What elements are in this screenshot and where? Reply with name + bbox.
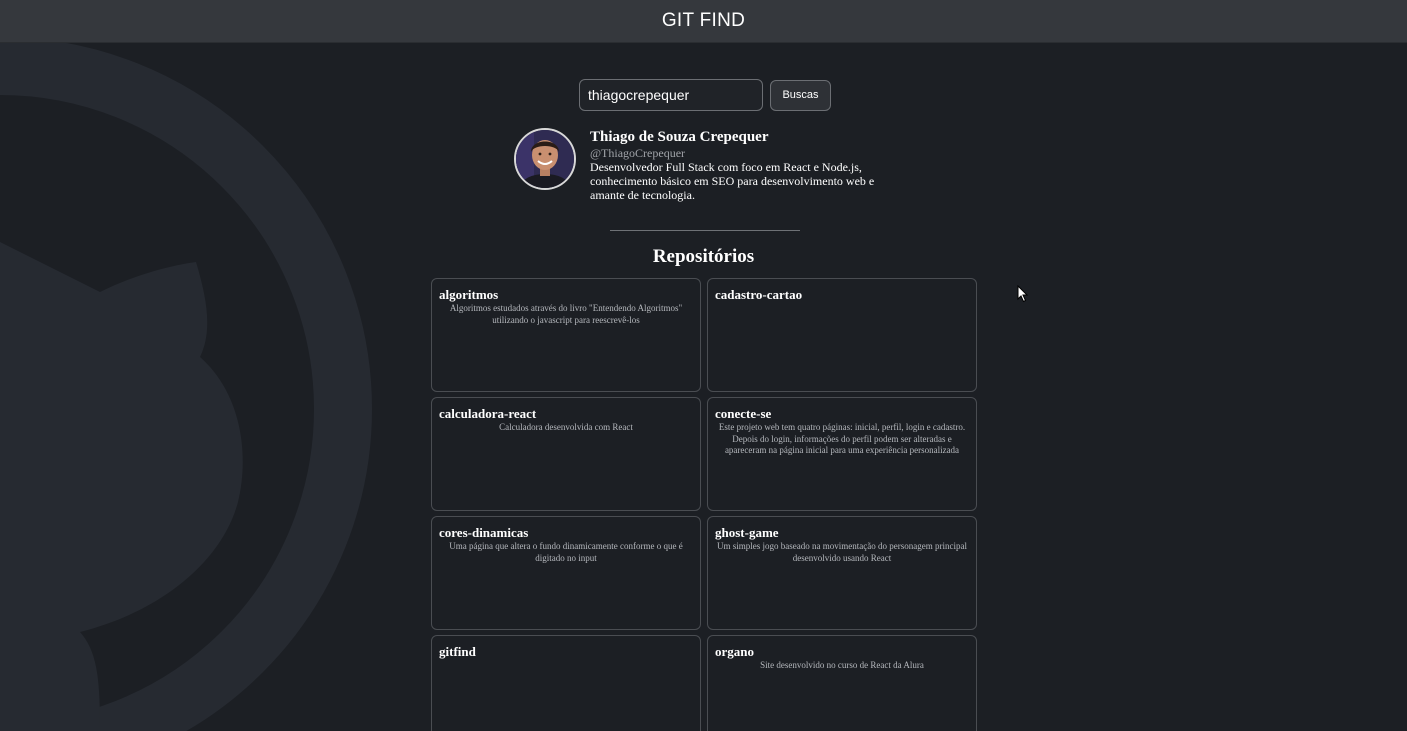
search-button[interactable]: Buscas: [770, 79, 831, 111]
app-header: GIT FIND: [0, 0, 1407, 43]
repository-name: conecte-se: [715, 406, 772, 421]
repository-name: organo: [715, 644, 754, 659]
avatar-photo-icon: [516, 130, 574, 188]
repository-description: Uma página que altera o fundo dinamicame…: [449, 541, 683, 563]
profile-bio: Desenvolvedor Full Stack com foco em Rea…: [590, 160, 875, 202]
profile-login: @ThiagoCrepequer: [590, 146, 686, 160]
repository-name: ghost-game: [715, 525, 779, 540]
repository-description: Algoritmos estudados através do livro "E…: [449, 303, 683, 325]
repository-description: Este projeto web tem quatro páginas: ini…: [718, 422, 966, 455]
repository-description: Calculadora desenvolvida com React: [499, 422, 633, 432]
section-divider: [610, 230, 800, 231]
repository-name: calculadora-react: [439, 406, 537, 421]
repository-card[interactable]: algoritmos Algoritmos estudados através …: [431, 278, 701, 392]
repository-card[interactable]: conecte-se Este projeto web tem quatro p…: [707, 397, 977, 511]
repository-name: cores-dinamicas: [439, 525, 529, 540]
repository-list: algoritmos Algoritmos estudados através …: [431, 278, 977, 731]
mouse-cursor-icon: [1017, 285, 1029, 303]
app-title: GIT FIND: [661, 10, 746, 31]
repository-card[interactable]: calculadora-react Calculadora desenvolvi…: [431, 397, 701, 511]
repository-name: cadastro-cartao: [715, 287, 803, 302]
github-logo-background-icon: [0, 42, 372, 731]
repository-card[interactable]: cores-dinamicas Uma página que altera o …: [431, 516, 701, 630]
repository-name: algoritmos: [439, 287, 499, 302]
profile-name: Thiago de Souza Crepequer: [590, 129, 769, 145]
repositories-heading: Repositórios: [652, 246, 755, 267]
repository-card[interactable]: organo Site desenvolvido no curso de Rea…: [707, 635, 977, 731]
repository-card[interactable]: gitfind: [431, 635, 701, 731]
repository-card[interactable]: ghost-game Um simples jogo baseado na mo…: [707, 516, 977, 630]
user-avatar: [514, 128, 576, 190]
repository-name: gitfind: [439, 644, 476, 659]
repository-card[interactable]: cadastro-cartao: [707, 278, 977, 392]
repository-description: Site desenvolvido no curso de React da A…: [760, 660, 924, 670]
repository-description: Um simples jogo baseado na movimentação …: [717, 541, 967, 563]
user-profile: Thiago de Souza Crepequer @ThiagoCrepequ…: [514, 128, 890, 202]
username-search-input[interactable]: [579, 79, 763, 111]
profile-info: Thiago de Souza Crepequer @ThiagoCrepequ…: [590, 128, 890, 202]
search-form: Buscas: [579, 79, 831, 111]
